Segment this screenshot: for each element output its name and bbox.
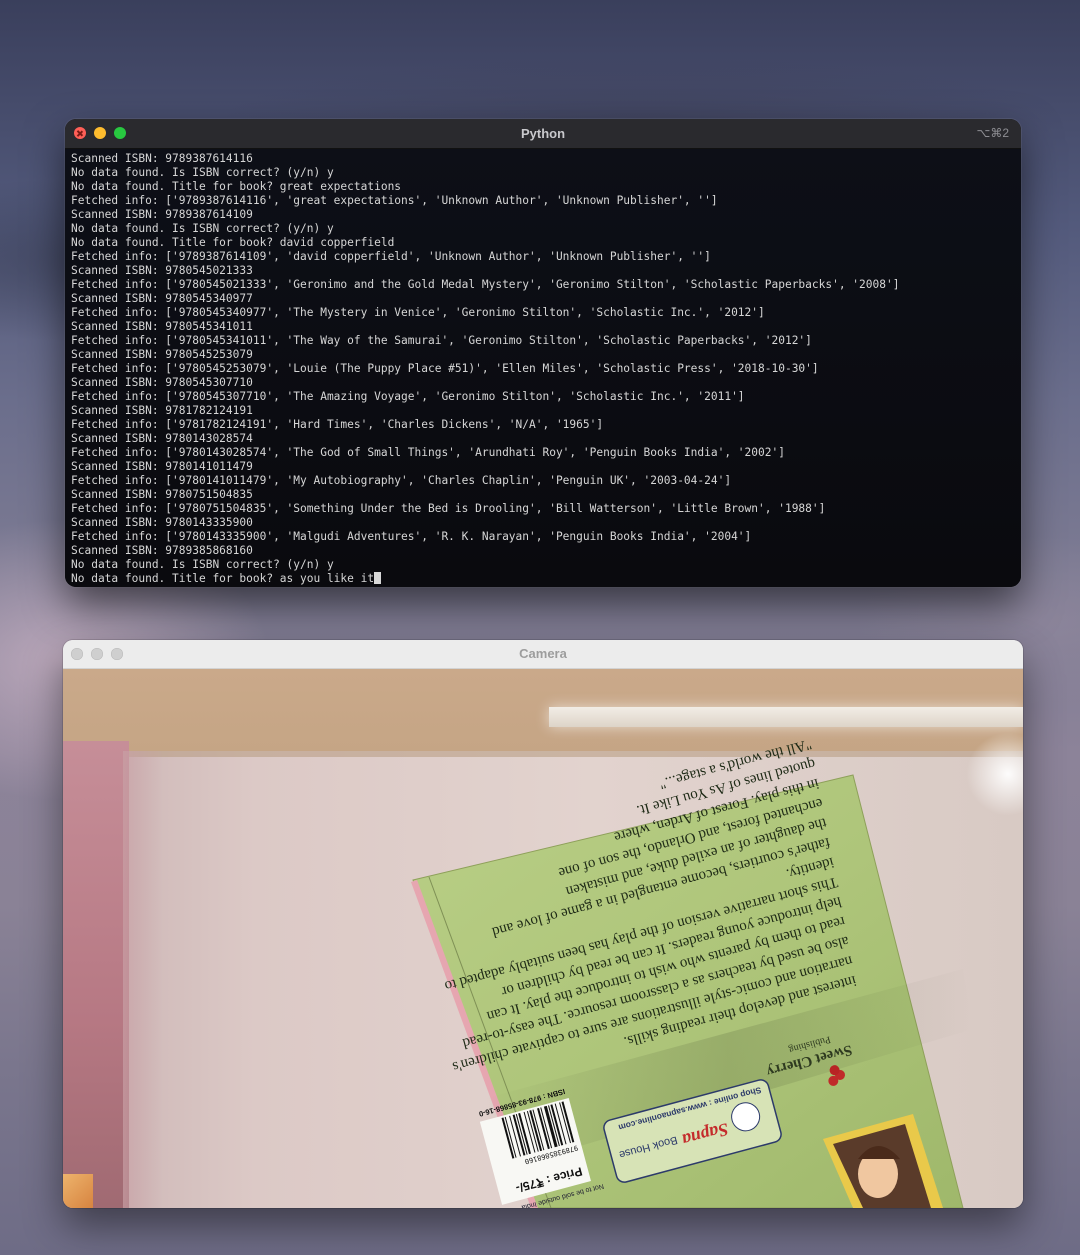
terminal-line: Scanned ISBN: 9781782124191 xyxy=(71,404,253,417)
camera-title: Camera xyxy=(519,646,567,661)
terminal-line: Scanned ISBN: 9789385868160 xyxy=(71,544,253,557)
window-shortcut: ⌥⌘2 xyxy=(976,126,1009,140)
terminal-line: Fetched info: ['9780143335900', 'Malgudi… xyxy=(71,530,752,543)
terminal-line: Fetched info: ['9781782124191', 'Hard Ti… xyxy=(71,418,604,431)
camera-feed: Sweet Cherry Publishing Sapna Book House… xyxy=(63,669,1023,1208)
terminal-line: Scanned ISBN: 9780141011479 xyxy=(71,460,253,473)
book-back-cover: Sweet Cherry Publishing Sapna Book House… xyxy=(411,735,973,1208)
terminal-prompt-line[interactable]: No data found. Title for book? as you li… xyxy=(71,572,1021,586)
terminal-line: Scanned ISBN: 9780751504835 xyxy=(71,488,253,501)
camera-titlebar[interactable]: Camera xyxy=(63,640,1023,669)
terminal-line: Fetched info: ['9780751504835', 'Somethi… xyxy=(71,502,826,515)
terminal-line: No data found. Is ISBN correct? (y/n) y xyxy=(71,558,334,571)
terminal-line: Scanned ISBN: 9780545340977 xyxy=(71,292,253,305)
terminal-line: Fetched info: ['9780545307710', 'The Ama… xyxy=(71,390,745,403)
terminal-line: No data found. Title for book? david cop… xyxy=(71,236,395,249)
terminal-line: Scanned ISBN: 9780143335900 xyxy=(71,516,253,529)
terminal-line: Fetched info: ['9780545253079', 'Louie (… xyxy=(71,362,819,375)
text-cursor xyxy=(374,572,382,584)
terminal-line: Fetched info: ['9780545021333', 'Geronim… xyxy=(71,278,900,291)
terminal-line: Scanned ISBN: 9789387614109 xyxy=(71,208,253,221)
terminal-line: Scanned ISBN: 9789387614116 xyxy=(71,152,253,165)
terminal-line: No data found. Is ISBN correct? (y/n) y xyxy=(71,222,334,235)
camera-window[interactable]: Camera Sweet Cherry Publishing Sapna Boo… xyxy=(63,640,1023,1208)
terminal-title: Python xyxy=(520,126,566,141)
terminal-line: Scanned ISBN: 9780545021333 xyxy=(71,264,253,277)
terminal-titlebar[interactable]: Python ⌥⌘2 xyxy=(65,119,1021,149)
terminal-line: Fetched info: ['9780143028574', 'The God… xyxy=(71,446,785,459)
terminal-line: Fetched info: ['9780141011479', 'My Auto… xyxy=(71,474,732,487)
terminal-line: No data found. Is ISBN correct? (y/n) y xyxy=(71,166,334,179)
terminal-line: Fetched info: ['9780545340977', 'The Mys… xyxy=(71,306,765,319)
terminal-line: Fetched info: ['9789387614116', 'great e… xyxy=(71,194,718,207)
prompt-text: No data found. Title for book? as you li… xyxy=(71,572,375,585)
terminal-output[interactable]: Scanned ISBN: 9789387614116 No data found… xyxy=(65,149,1021,587)
terminal-line: Scanned ISBN: 9780545307710 xyxy=(71,376,253,389)
terminal-window[interactable]: Python ⌥⌘2 Scanned ISBN: 9789387614116 No… xyxy=(65,119,1021,587)
terminal-line: Scanned ISBN: 9780143028574 xyxy=(71,432,253,445)
terminal-line: Fetched info: ['9789387614109', 'david c… xyxy=(71,250,711,263)
terminal-line: Scanned ISBN: 9780545253079 xyxy=(71,348,253,361)
terminal-line: Fetched info: ['9780545341011', 'The Way… xyxy=(71,334,812,347)
terminal-line: Scanned ISBN: 9780545341011 xyxy=(71,320,253,333)
terminal-line: No data found. Title for book? great exp… xyxy=(71,180,402,193)
